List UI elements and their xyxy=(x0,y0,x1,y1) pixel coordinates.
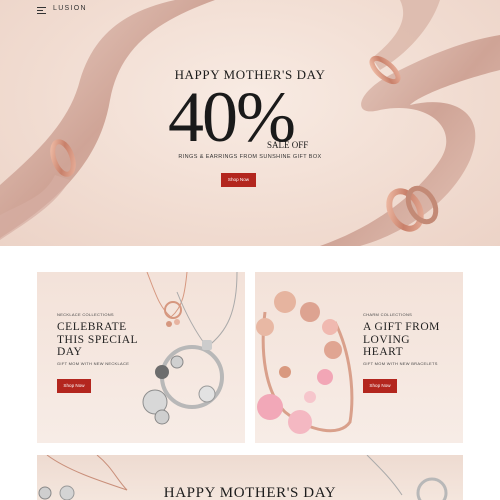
card-heading: CELEBRATE THIS SPECIAL DAY xyxy=(57,321,139,358)
hero-banner: HAPPY MOTHER'S DAY 40% SALE OFF RINGS & … xyxy=(0,0,500,246)
charm-collection-card: CHARM COLLECTIONS A GIFT FROM LOVING HEA… xyxy=(255,272,463,443)
card-description: GIFT MOM WITH NEW BRACELETS xyxy=(363,361,438,366)
banner-title: HAPPY MOTHER'S DAY xyxy=(163,485,337,500)
hamburger-menu-icon[interactable] xyxy=(37,7,46,14)
necklace-shop-now-button[interactable]: Shop Now xyxy=(57,379,91,393)
sale-off-label: SALE OFF xyxy=(267,140,309,150)
card-kicker: NECKLACE COLLECTIONS xyxy=(57,312,114,317)
card-description: GIFT MOM WITH NEW NECKLACE xyxy=(57,361,130,366)
brand-logo[interactable]: LUSION xyxy=(53,5,87,12)
card-heading: A GIFT FROM LOVING HEART xyxy=(363,321,440,358)
necklace-collection-card: NECKLACE COLLECTIONS CELEBRATE THIS SPEC… xyxy=(37,272,245,443)
hero-shop-now-button[interactable]: Shop Now xyxy=(221,173,256,187)
top-bar: LUSION xyxy=(0,0,500,22)
mothers-day-banner: HAPPY MOTHER'S DAY xyxy=(37,455,463,500)
hero-subtitle: RINGS & EARRINGS FROM SUNSHINE GIFT BOX xyxy=(178,154,322,160)
card-kicker: CHARM COLLECTIONS xyxy=(363,312,413,317)
charm-shop-now-button[interactable]: Shop Now xyxy=(363,379,397,393)
